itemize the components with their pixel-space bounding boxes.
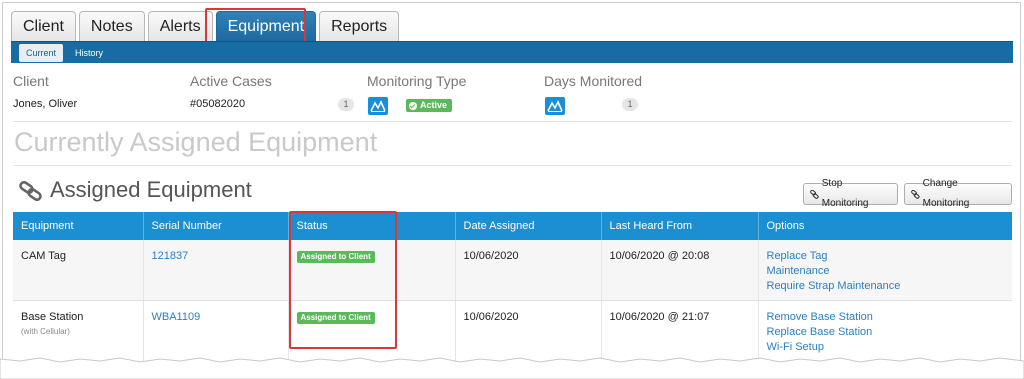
equipment-name: Base Station — [21, 310, 84, 323]
status-column-highlight — [289, 211, 397, 349]
cell-date-assigned: 10/06/2020 — [455, 300, 602, 362]
table-row: CAM Tag 121837 Assigned to Client 10/06/… — [13, 240, 1012, 301]
replace-tag-link[interactable]: Replace Tag — [767, 250, 1005, 262]
link-icon — [911, 189, 920, 199]
days-monitored-icon — [545, 97, 565, 115]
cell-options: Replace Tag Maintenance Require Strap Ma… — [758, 240, 1012, 301]
change-monitoring-label: Change Monitoring — [922, 178, 970, 209]
tab-alerts[interactable]: Alerts — [147, 11, 213, 41]
check-circle-icon — [409, 101, 417, 110]
monitoring-status-text: Active — [420, 100, 448, 110]
cell-serial: 121837 — [143, 240, 289, 301]
header-options: Options — [758, 212, 1012, 240]
cell-last-heard: 10/06/2020 @ 21:07 — [601, 300, 759, 362]
app-window: Client Notes Alerts Equipment Reports Cu… — [2, 2, 1021, 374]
cell-options: Remove Base Station Replace Base Station… — [758, 300, 1012, 362]
active-cases-label: Active Cases — [190, 73, 272, 89]
equipment-name: CAM Tag — [21, 250, 67, 262]
cell-equipment: CAM Tag — [13, 240, 144, 301]
header-equipment: Equipment — [13, 212, 144, 240]
page-title: Currently Assigned Equipment — [14, 127, 378, 157]
subtab-history[interactable]: History — [68, 44, 110, 62]
change-monitoring-button[interactable]: Change Monitoring — [904, 178, 1012, 209]
cell-equipment: Base Station (with Cellular) — [13, 300, 144, 362]
subtab-current[interactable]: Current — [19, 44, 64, 62]
cell-date-assigned: 10/06/2020 — [455, 240, 602, 301]
serial-number-link[interactable]: WBA1109 — [152, 311, 201, 323]
monitoring-status-badge: Active — [406, 99, 453, 112]
require-strap-maintenance-link[interactable]: Require Strap Maintenance — [767, 280, 1005, 292]
header-last-heard-from: Last Heard From — [601, 212, 759, 240]
equipment-subtitle: (with Cellular) — [21, 326, 70, 336]
stop-monitoring-button[interactable]: Stop Monitoring — [803, 178, 898, 209]
tab-notes[interactable]: Notes — [78, 11, 145, 41]
monitoring-type-label: Monitoring Type — [367, 73, 467, 89]
active-cases-count-badge: 1 — [338, 98, 354, 111]
section-title: Assigned Equipment — [50, 177, 252, 202]
tab-client[interactable]: Client — [11, 11, 76, 41]
table-header-row: Equipment Serial Number Status Date Assi… — [13, 212, 1012, 240]
divider — [13, 121, 1012, 122]
wifi-setup-link[interactable]: Wi-Fi Setup — [767, 341, 1005, 353]
remove-base-station-link[interactable]: Remove Base Station — [767, 311, 1005, 323]
tab-reports[interactable]: Reports — [319, 11, 400, 41]
client-label: Client — [13, 73, 49, 89]
chain-link-icon — [19, 181, 42, 201]
cell-serial: WBA1109 — [143, 300, 289, 362]
monitoring-type-icon — [368, 97, 388, 115]
header-serial-number: Serial Number — [143, 212, 289, 240]
replace-base-station-link[interactable]: Replace Base Station — [767, 326, 1005, 338]
stop-monitoring-label: Stop Monitoring — [821, 178, 869, 209]
client-name: Jones, Oliver — [13, 98, 78, 110]
divider — [13, 165, 1012, 166]
equipment-table: Equipment Serial Number Status Date Assi… — [13, 212, 1012, 362]
header-date-assigned: Date Assigned — [455, 212, 602, 240]
serial-number-link[interactable]: 121837 — [152, 250, 189, 262]
link-icon — [810, 189, 819, 199]
active-case-number: #05082020 — [190, 98, 246, 110]
days-monitored-label: Days Monitored — [544, 73, 643, 89]
torn-edge — [0, 357, 1024, 379]
maintenance-link[interactable]: Maintenance — [767, 265, 1005, 277]
table-row: Base Station (with Cellular) WBA1109 Ass… — [13, 300, 1012, 362]
subtab-bar: Current History — [11, 41, 1013, 63]
days-monitored-count-badge: 1 — [622, 98, 638, 111]
cell-last-heard: 10/06/2020 @ 20:08 — [601, 240, 759, 301]
